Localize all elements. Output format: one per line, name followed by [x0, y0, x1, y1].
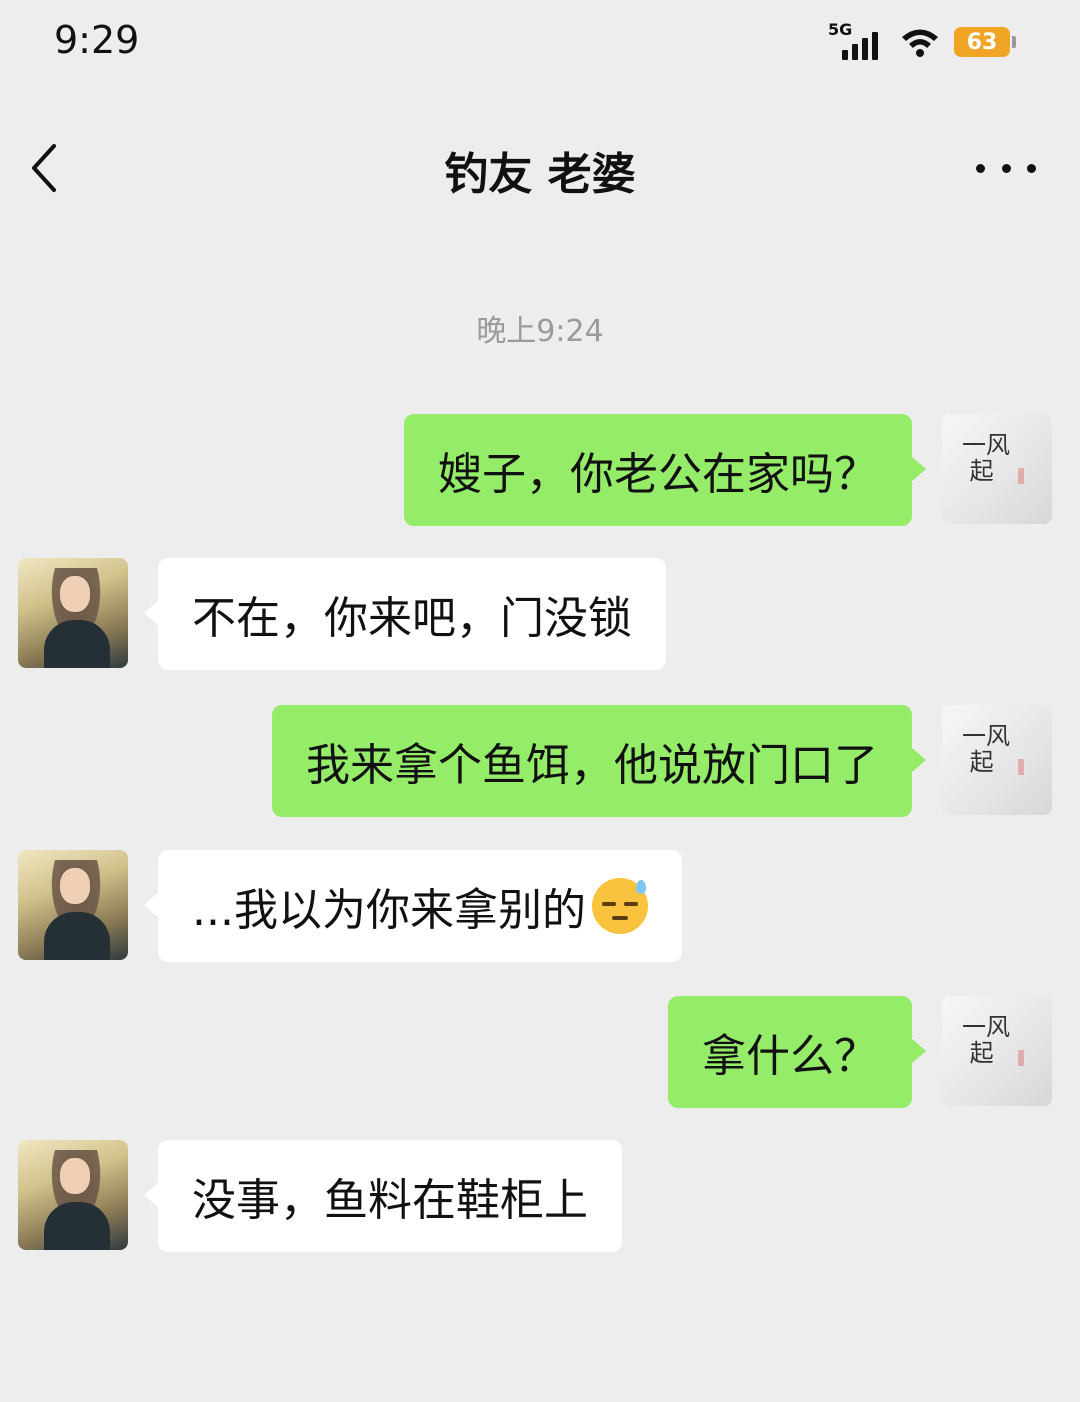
- status-time: 9:29: [54, 18, 140, 62]
- contact-avatar[interactable]: [18, 850, 128, 960]
- message-text: 没事，鱼料在鞋柜上: [192, 1175, 588, 1226]
- chat-title: 钓友 老婆: [444, 149, 636, 200]
- message-bubble-outgoing[interactable]: 拿什么？: [668, 996, 926, 1108]
- self-avatar[interactable]: 一风 起: [942, 705, 1052, 815]
- message-text: 我来拿个鱼饵，他说放门口了: [306, 740, 878, 791]
- status-icons: 5G 63: [828, 20, 1016, 64]
- calligraphy-mark: 一风 起: [962, 431, 1010, 485]
- battery-level: 63: [966, 29, 998, 55]
- message-row: 嫂子，你老公在家吗？ 一风 起: [0, 414, 1080, 526]
- message-bubble-outgoing[interactable]: 我来拿个鱼饵，他说放门口了: [272, 705, 926, 817]
- message-bubble-incoming[interactable]: 不在，你来吧，门没锁: [144, 558, 666, 670]
- calligraphy-mark: 一风 起: [962, 722, 1010, 776]
- message-row: 我来拿个鱼饵，他说放门口了 一风 起: [0, 705, 1080, 817]
- chat-timestamp: 晚上9:24: [476, 314, 604, 349]
- contact-avatar[interactable]: [18, 558, 128, 668]
- message-row: 不在，你来吧，门没锁: [0, 558, 1080, 670]
- message-text: 嫂子，你老公在家吗？: [438, 449, 878, 500]
- message-bubble-incoming[interactable]: ...我以为你来拿别的: [144, 850, 682, 962]
- message-row: 拿什么？ 一风 起: [0, 996, 1080, 1108]
- calligraphy-mark: 一风 起: [962, 1013, 1010, 1067]
- sweat-smile-icon: [591, 878, 648, 934]
- message-text: 不在，你来吧，门没锁: [192, 593, 632, 644]
- message-text: 拿什么？: [702, 1031, 878, 1082]
- status-bar: 9:29 5G 63: [0, 0, 1080, 90]
- battery-icon: 63: [954, 27, 1016, 57]
- more-options-icon[interactable]: [976, 156, 1036, 180]
- message-row: 没事，鱼料在鞋柜上: [0, 1140, 1080, 1252]
- self-avatar[interactable]: 一风 起: [942, 996, 1052, 1106]
- message-row: ...我以为你来拿别的: [0, 850, 1080, 962]
- cellular-signal-icon: 5G: [828, 20, 886, 62]
- self-avatar[interactable]: 一风 起: [942, 414, 1052, 524]
- message-text: ...我以为你来拿别的: [192, 885, 586, 936]
- message-bubble-outgoing[interactable]: 嫂子，你老公在家吗？: [404, 414, 926, 526]
- wifi-icon: [900, 26, 940, 58]
- contact-avatar[interactable]: [18, 1140, 128, 1250]
- chat-header: 钓友 老婆: [0, 100, 1080, 236]
- message-bubble-incoming[interactable]: 没事，鱼料在鞋柜上: [144, 1140, 622, 1252]
